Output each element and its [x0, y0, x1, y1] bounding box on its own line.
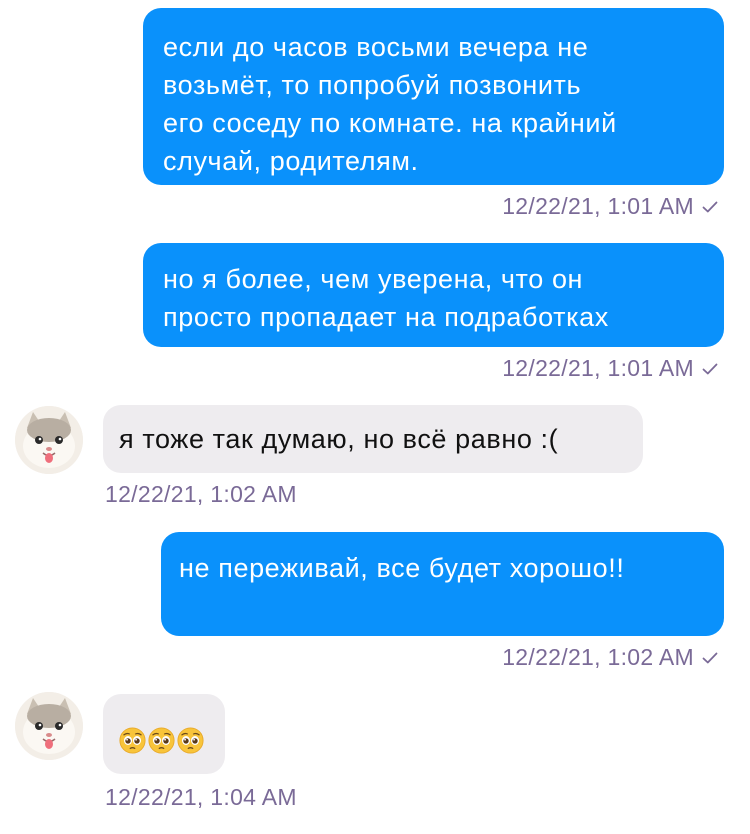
timestamp-text: 12/22/21, 1:01 AM	[502, 193, 694, 219]
message-bubble-outgoing[interactable]: не переживай, все будет хорошо!!	[161, 532, 724, 636]
message-timestamp: 12/22/21, 1:04 AM	[105, 784, 297, 811]
message-timestamp: 12/22/21, 1:01 AM	[502, 193, 718, 220]
pleading-face-emoji	[119, 727, 146, 754]
pleading-face-emoji	[148, 727, 175, 754]
message-bubble-incoming[interactable]	[103, 694, 225, 774]
message-text: я тоже так думаю, но всё равно :(	[119, 424, 559, 454]
message-text: не переживай, все будет хорошо!!	[179, 553, 625, 583]
message-bubble-outgoing[interactable]: если до часов восьми вечера не возьмёт, …	[143, 8, 724, 185]
message-timestamp: 12/22/21, 1:02 AM	[502, 644, 718, 671]
check-icon	[702, 652, 718, 664]
message-timestamp: 12/22/21, 1:02 AM	[105, 481, 297, 508]
message-text: если до часов восьми вечера не возьмёт, …	[163, 32, 617, 176]
cat-avatar[interactable]	[15, 406, 83, 474]
pleading-face-emoji	[177, 727, 204, 754]
timestamp-text: 12/22/21, 1:02 AM	[105, 481, 297, 507]
timestamp-text: 12/22/21, 1:01 AM	[502, 355, 694, 381]
message-timestamp: 12/22/21, 1:01 AM	[502, 355, 718, 382]
cat-avatar[interactable]	[15, 692, 83, 760]
message-bubble-outgoing[interactable]: но я более, чем уверена, что он просто п…	[143, 243, 724, 347]
message-bubble-incoming[interactable]: я тоже так думаю, но всё равно :(	[103, 405, 643, 473]
check-icon	[702, 363, 718, 375]
check-icon	[702, 201, 718, 213]
message-text: но я более, чем уверена, что он просто п…	[163, 264, 609, 332]
timestamp-text: 12/22/21, 1:04 AM	[105, 784, 297, 810]
timestamp-text: 12/22/21, 1:02 AM	[502, 644, 694, 670]
